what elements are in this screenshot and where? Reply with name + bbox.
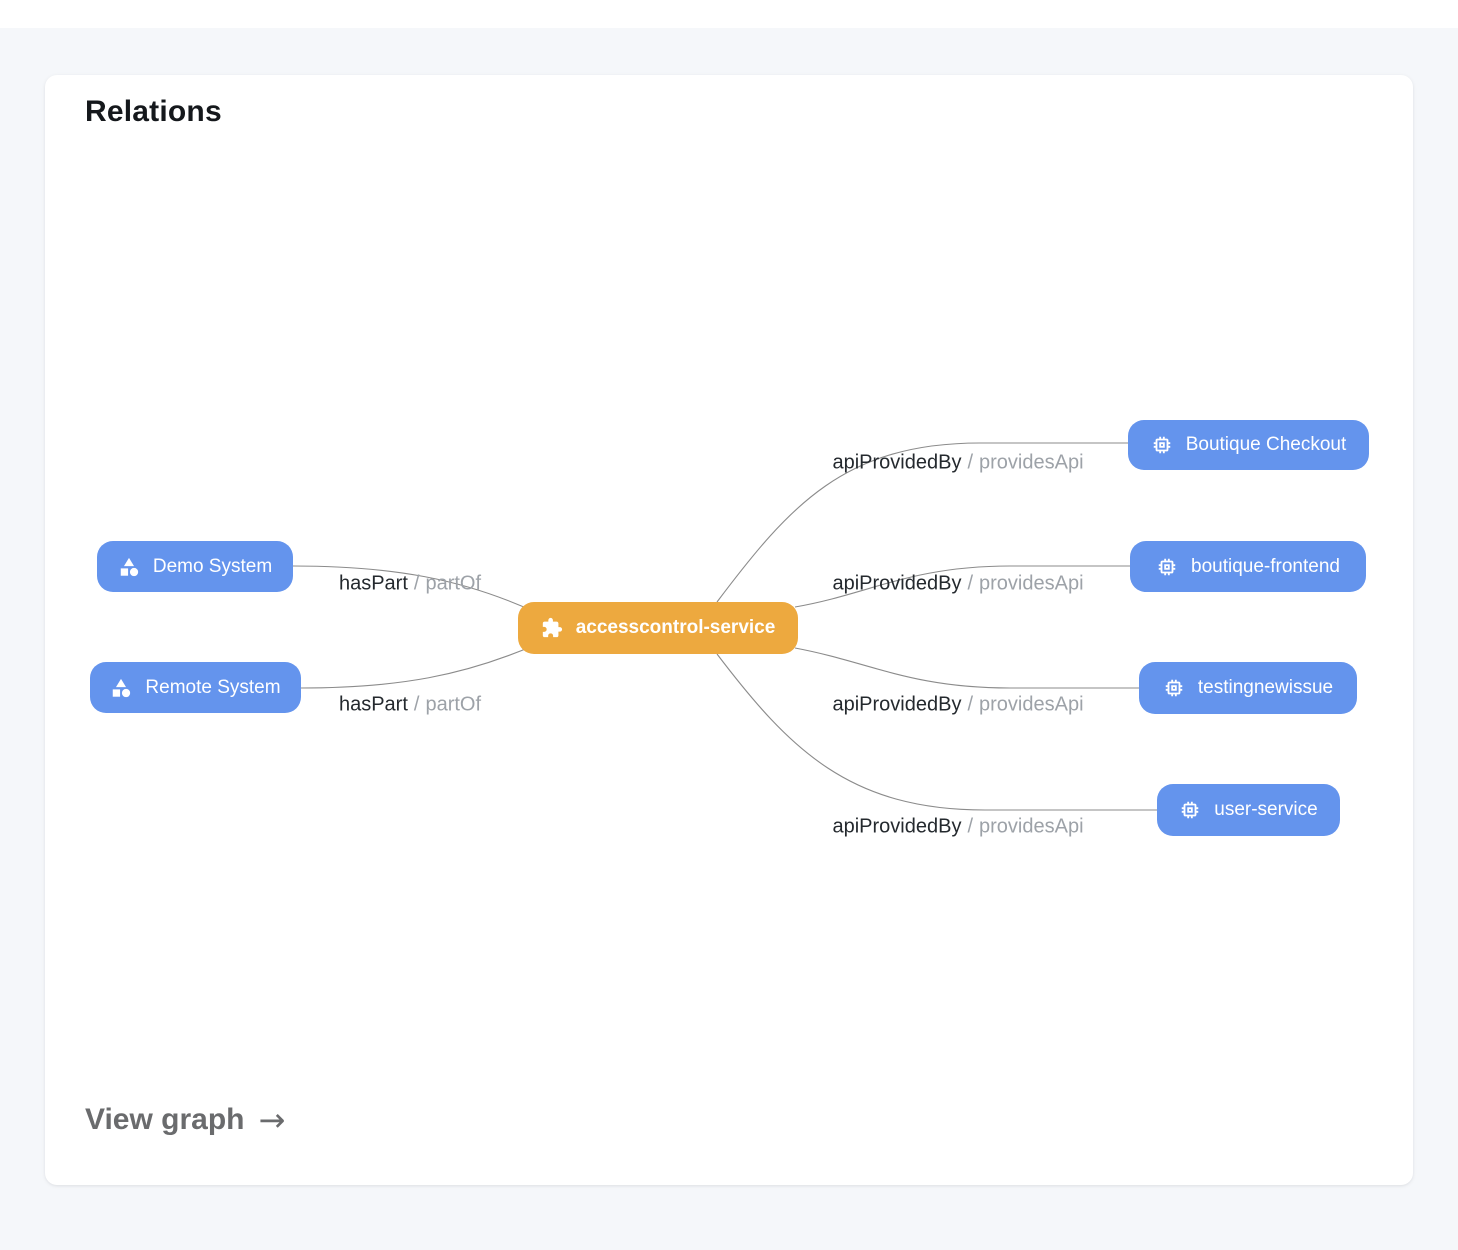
puzzle-icon	[541, 617, 563, 639]
edge-label: apiProvidedBy / providesApi	[832, 694, 1083, 717]
edge-label: apiProvidedBy / providesApi	[832, 573, 1083, 596]
relation-label: hasPart	[339, 573, 408, 596]
node-label: boutique-frontend	[1191, 556, 1340, 578]
node-label: Demo System	[153, 556, 272, 578]
edge-label: apiProvidedBy / providesApi	[832, 452, 1083, 475]
node-label: Boutique Checkout	[1186, 434, 1347, 456]
relation-label: apiProvidedBy	[832, 694, 961, 717]
node-label: testingnewissue	[1198, 677, 1333, 699]
inverse-relation-label: partOf	[425, 694, 481, 717]
node-demo-system[interactable]: Demo System	[97, 541, 293, 592]
view-graph-link[interactable]: View graph →	[85, 1103, 285, 1137]
inverse-relation-label: providesApi	[979, 573, 1084, 596]
chip-icon	[1179, 799, 1201, 821]
edge-label: hasPart /partOf	[339, 694, 481, 717]
view-graph-label: View graph	[85, 1103, 245, 1137]
edge-line	[795, 648, 1139, 688]
edge-line	[717, 654, 1157, 810]
relation-separator: /	[967, 694, 973, 717]
chip-icon	[1156, 556, 1178, 578]
relation-label: apiProvidedBy	[832, 816, 961, 839]
node-label: accesscontrol-service	[576, 617, 776, 639]
relation-separator: /	[414, 694, 420, 717]
inverse-relation-label: providesApi	[979, 694, 1084, 717]
edge-line	[300, 645, 535, 688]
relation-label: apiProvidedBy	[832, 573, 961, 596]
node-accesscontrol-service[interactable]: accesscontrol-service	[518, 602, 798, 654]
inverse-relation-label: partOf	[425, 573, 481, 596]
relation-separator: /	[967, 816, 973, 839]
relations-card: Relations hasPart/partOf hasPart/partOf …	[45, 75, 1413, 1185]
node-label: user-service	[1214, 799, 1317, 821]
inverse-relation-label: providesApi	[979, 452, 1084, 475]
node-user-service[interactable]: user-service	[1157, 784, 1340, 836]
inverse-relation-label: providesApi	[979, 816, 1084, 839]
category-icon	[118, 556, 140, 578]
arrow-right-icon: →	[259, 1104, 286, 1136]
chip-icon	[1151, 434, 1173, 456]
relation-label: apiProvidedBy	[832, 452, 961, 475]
relation-separator: /	[967, 452, 973, 475]
relation-separator: /	[414, 573, 420, 596]
relation-separator: /	[967, 573, 973, 596]
category-icon	[110, 677, 132, 699]
chip-icon	[1163, 677, 1185, 699]
relation-label: hasPart	[339, 694, 408, 717]
card-title: Relations	[85, 95, 222, 129]
node-boutique-checkout[interactable]: Boutique Checkout	[1128, 420, 1369, 470]
node-boutique-frontend[interactable]: boutique-frontend	[1130, 541, 1366, 592]
node-testingnewissue[interactable]: testingnewissue	[1139, 662, 1357, 714]
edge-label: hasPart /partOf	[339, 573, 481, 596]
node-label: Remote System	[145, 677, 280, 699]
edge-label: apiProvidedBy / providesApi	[832, 816, 1083, 839]
top-bar	[0, 0, 1458, 28]
node-remote-system[interactable]: Remote System	[90, 662, 301, 713]
